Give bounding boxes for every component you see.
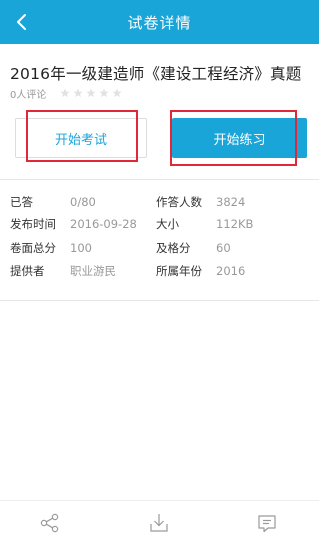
download-icon [150,514,168,532]
star-icon [86,88,96,98]
divider [0,179,319,180]
download-button[interactable] [147,511,171,535]
info-total-score: 卷面总分 100 [10,240,92,256]
start-practice-button[interactable]: 开始练习 [172,118,307,158]
info-value: 2016 [216,264,246,278]
comment-icon [258,515,276,533]
info-value: 职业游民 [70,264,116,278]
star-icon [73,88,83,98]
info-label: 卷面总分 [10,241,56,255]
info-value: 0/80 [70,195,96,209]
comment-button[interactable] [255,511,279,535]
rating-row: 0人评论 [10,86,122,101]
info-respondents: 作答人数 3824 [156,194,245,210]
info-pass-score: 及格分 60 [156,240,231,256]
info-year: 所属年份 2016 [156,263,245,279]
info-value: 112KB [216,217,254,231]
info-publish-time: 发布时间 2016-09-28 [10,216,137,232]
divider [0,300,319,301]
info-label: 作答人数 [156,195,202,209]
paper-title: 2016年一级建造师《建设工程经济》真题 [10,65,302,83]
info-label: 及格分 [156,241,191,255]
info-answered: 已答 0/80 [10,194,96,210]
info-label: 发布时间 [10,217,56,231]
share-icon [40,513,59,533]
info-label: 提供者 [10,264,45,278]
star-icon [112,88,122,98]
info-provider: 提供者 职业游民 [10,263,116,279]
start-exam-button[interactable]: 开始考试 [15,118,147,158]
info-value: 3824 [216,195,246,209]
star-icon [60,88,70,98]
star-rating [60,88,122,98]
page-title: 试卷详情 [127,13,192,32]
star-icon [99,88,109,98]
info-label: 所属年份 [156,264,202,278]
info-value: 60 [216,241,231,255]
info-size: 大小 112KB [156,216,253,232]
top-bar: 试卷详情 [0,0,319,44]
info-label: 大小 [156,217,179,231]
info-label: 已答 [10,195,33,209]
share-button[interactable] [38,511,62,535]
info-value: 2016-09-28 [70,217,137,231]
info-value: 100 [70,241,92,255]
bottom-toolbar [0,500,319,546]
back-button[interactable] [6,6,38,38]
review-count: 0人评论 [10,89,47,101]
chevron-left-icon [17,14,26,30]
